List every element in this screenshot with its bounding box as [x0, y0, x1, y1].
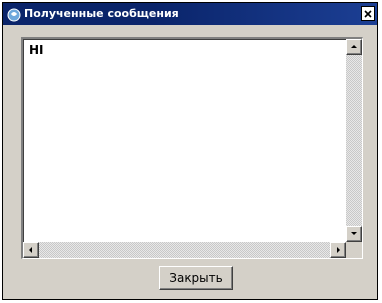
scrollbar-corner — [346, 242, 362, 258]
scroll-left-button[interactable] — [23, 242, 39, 258]
vertical-scrollbar[interactable] — [346, 39, 362, 242]
horizontal-scrollbar[interactable] — [23, 242, 346, 258]
title-bar[interactable]: Полученные сообщения — [3, 3, 377, 25]
close-button[interactable]: Закрыть — [159, 266, 233, 290]
received-messages-dialog: Полученные сообщения HI Закрыть — [2, 2, 378, 300]
app-icon — [7, 7, 21, 22]
scroll-down-button[interactable] — [346, 226, 362, 242]
message-text: HI — [29, 43, 44, 57]
messages-memo[interactable]: HI — [21, 37, 363, 259]
scroll-right-button[interactable] — [330, 242, 346, 258]
window-title: Полученные сообщения — [24, 7, 179, 20]
close-window-button[interactable] — [361, 6, 375, 21]
close-icon — [364, 9, 372, 18]
scroll-up-button[interactable] — [346, 39, 362, 55]
